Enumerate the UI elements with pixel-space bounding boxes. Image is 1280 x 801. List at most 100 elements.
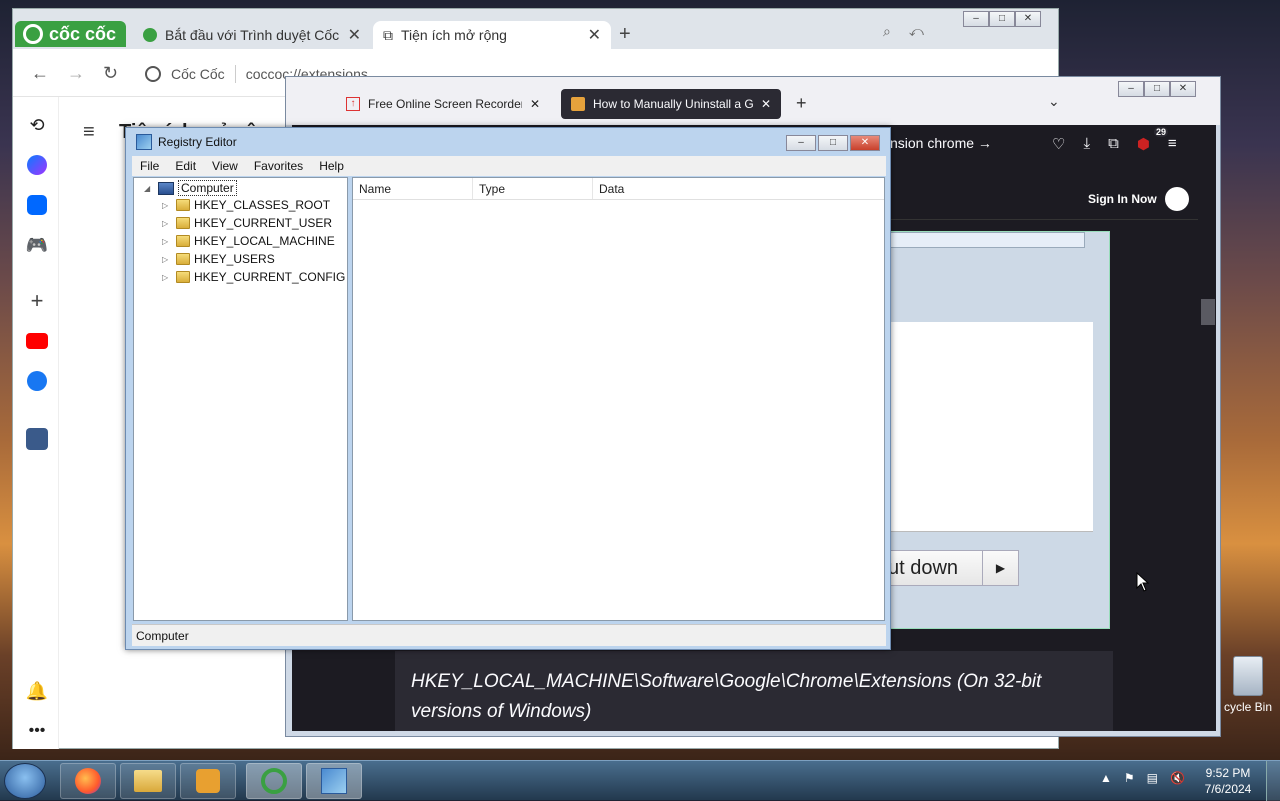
coccoc-top-icons: ⌕ ⤺ [883,23,924,40]
firefox-tab-uninstall[interactable]: How to Manually Uninstall a Gl ✕ [561,89,781,119]
undo-icon[interactable]: ⤺ [909,23,924,40]
registry-path-quote: HKEY_LOCAL_MACHINE\Software\Google\Chrom… [395,651,1113,731]
game-icon[interactable]: 🎮 [25,233,49,257]
coccoc-window-controls: – □ ✕ [963,11,1041,27]
coccoc-logo[interactable]: cốc cốc [15,21,126,47]
tree-node-hku[interactable]: ▷ HKEY_USERS [162,252,275,266]
menu-icon[interactable]: ≡ [1168,135,1177,153]
column-data[interactable]: Data [593,178,884,199]
recorder-favicon-icon: ↑ [346,97,360,111]
tree-node-computer[interactable]: ◢ Computer [144,180,237,196]
close-tab-icon[interactable]: ✕ [530,97,540,111]
coccoc-logo-icon [23,24,43,44]
show-desktop-button[interactable] [1266,761,1280,801]
scrollbar-track[interactable] [1198,165,1216,731]
zalo-icon[interactable] [25,193,49,217]
network-icon[interactable]: ▤ [1147,771,1158,785]
minimize-button[interactable]: – [1118,81,1144,97]
recycle-bin-icon [1233,656,1263,696]
taskbar-firefox[interactable] [60,763,116,799]
close-tab-icon[interactable]: ✕ [588,25,601,45]
close-button[interactable]: ✕ [1170,81,1196,97]
coccoc-tab-start[interactable]: Bắt đầu với Trình duyệt Cốc Cốc ✕ [133,21,371,49]
messenger-icon[interactable] [25,153,49,177]
folder-icon [176,199,190,211]
column-headers: Name Type Data [353,178,884,200]
tree-node-hkcr[interactable]: ▷ HKEY_CLASSES_ROOT [162,198,330,212]
close-tab-icon[interactable]: ✕ [761,97,771,111]
recycle-bin[interactable]: cycle Bin [1216,656,1280,714]
close-button[interactable]: ✕ [850,135,880,151]
bell-icon[interactable]: 🔔 [25,679,49,703]
scrollbar-thumb[interactable] [1201,299,1215,325]
menu-bar: File Edit View Favorites Help [132,156,886,176]
history-icon[interactable]: ⟲ [25,113,49,137]
minimize-button[interactable]: – [963,11,989,27]
forward-arrow-icon[interactable]: → [67,63,85,84]
maximize-button[interactable]: □ [1144,81,1170,97]
menu-favorites[interactable]: Favorites [246,159,311,173]
game-app-icon[interactable] [25,427,49,451]
firefox-tab-recorder[interactable]: ↑ Free Online Screen Recorder & ✕ [336,89,550,119]
puzzle-icon: ⧉ [383,26,393,43]
article-favicon-icon [571,97,585,111]
close-button[interactable]: ✕ [1015,11,1041,27]
column-type[interactable]: Type [473,178,593,199]
menu-view[interactable]: View [204,159,246,173]
facebook-icon[interactable] [25,369,49,393]
add-icon[interactable]: + [25,288,49,313]
registry-tree: ◢ Computer ▷ HKEY_CLASSES_ROOT ▷ HKEY_CU… [133,177,348,621]
menu-help[interactable]: Help [311,159,352,173]
firefox-toolbar-icons: ♡ ⤓ ⧉ ⬢ ≡ [1052,135,1177,153]
new-tab-button[interactable]: + [796,93,807,114]
sign-in-button[interactable]: Sign In Now [1088,187,1189,211]
values-list[interactable]: Name Type Data [352,177,885,621]
minimize-button[interactable]: – [786,135,816,151]
clock[interactable]: 9:52 PM 7/6/2024 [1200,765,1256,797]
search-tabs-icon[interactable]: ⌕ [883,23,891,40]
url-suggestion[interactable]: nsion chrome → [890,135,992,151]
expanded-arrow-icon[interactable]: ◢ [144,184,154,193]
menu-file[interactable]: File [132,159,167,173]
taskbar-coccoc[interactable] [246,763,302,799]
chevron-down-icon[interactable]: ⌄ [1048,93,1060,110]
tree-node-hkcc[interactable]: ▷ HKEY_CURRENT_CONFIG [162,270,345,284]
maximize-button[interactable]: □ [818,135,848,151]
pocket-icon[interactable]: ♡ [1052,135,1065,153]
collapsed-arrow-icon[interactable]: ▷ [162,255,172,264]
collapsed-arrow-icon[interactable]: ▷ [162,201,172,210]
tree-node-hkcu[interactable]: ▷ HKEY_CURRENT_USER [162,216,332,230]
taskbar-media-player[interactable] [180,763,236,799]
omnibox-divider [234,65,236,83]
taskbar-regedit[interactable] [306,763,362,799]
folder-icon [176,253,190,265]
collapsed-arrow-icon[interactable]: ▷ [162,273,172,282]
download-icon[interactable]: ⤓ [1083,135,1090,153]
collapsed-arrow-icon[interactable]: ▷ [162,219,172,228]
avatar-icon [1164,187,1189,211]
back-arrow-icon[interactable]: ← [31,63,49,84]
extensions-icon[interactable]: ⧉ [1108,135,1119,153]
flag-icon[interactable]: ⚑ [1124,771,1135,785]
taskbar-explorer[interactable] [120,763,176,799]
regedit-icon [321,768,347,794]
ublock-icon[interactable]: ⬢ [1137,135,1150,153]
tray-expand-icon[interactable]: ▲ [1100,771,1112,785]
youtube-icon[interactable] [25,329,49,353]
tree-node-hklm[interactable]: ▷ HKEY_LOCAL_MACHINE [162,234,335,248]
title-bar[interactable]: Registry Editor [126,128,890,156]
firefox-tab-bar: ↑ Free Online Screen Recorder & ✕ How to… [286,77,1220,125]
menu-icon[interactable]: ≡ [83,121,95,144]
volume-muted-icon[interactable]: 🔇 [1170,771,1185,785]
new-tab-button[interactable]: + [619,23,631,46]
start-button[interactable] [4,763,46,799]
reload-icon[interactable]: ↻ [103,63,118,84]
coccoc-tab-extensions[interactable]: ⧉ Tiện ích mở rộng ✕ [373,21,611,49]
collapsed-arrow-icon[interactable]: ▷ [162,237,172,246]
menu-edit[interactable]: Edit [167,159,204,173]
maximize-button[interactable]: □ [989,11,1015,27]
status-bar: Computer [132,624,886,646]
column-name[interactable]: Name [353,178,473,199]
more-icon[interactable]: ••• [25,719,49,743]
close-tab-icon[interactable]: ✕ [348,25,361,45]
